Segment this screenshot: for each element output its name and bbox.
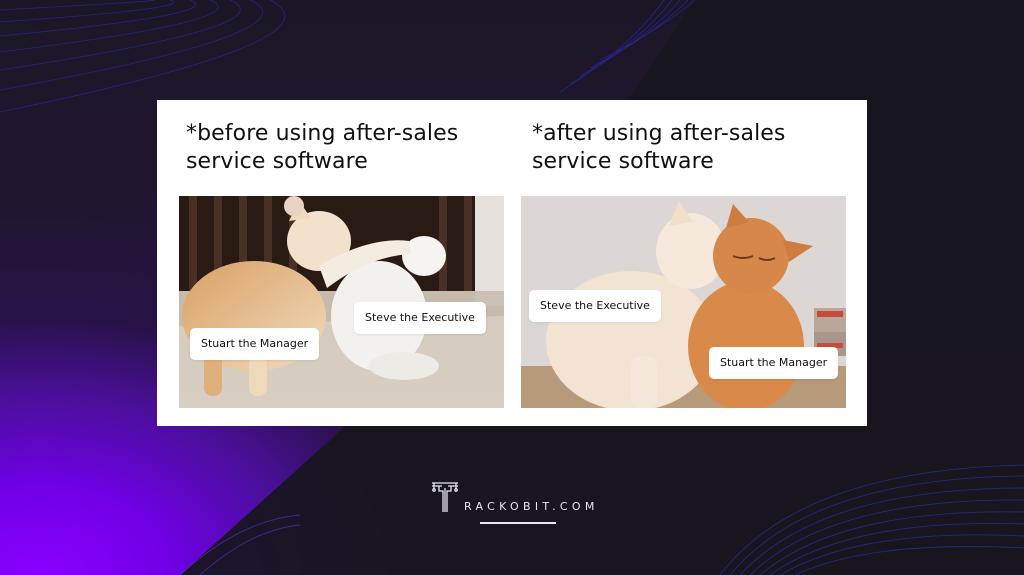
label-steve-the-executive: Steve the Executive: [529, 290, 661, 322]
brand-underline: [480, 522, 556, 524]
label-stuart-the-manager: Stuart the Manager: [709, 347, 839, 379]
after-caption: *after using after-sales service softwar…: [532, 120, 786, 176]
wave-top-left: [0, 0, 286, 113]
before-photo-fighting-cats: Stuart the Manager Steve the Executive: [179, 196, 504, 408]
after-caption-line2: service software: [532, 149, 714, 174]
before-caption-line1: *before using after-sales: [186, 121, 459, 146]
meme-card: *before using after-sales service softwa…: [157, 100, 867, 426]
label-stuart-the-manager: Stuart the Manager: [190, 328, 320, 360]
before-caption: *before using after-sales service softwa…: [186, 120, 458, 176]
label-steve-the-executive: Steve the Executive: [354, 302, 486, 334]
before-caption-line2: service software: [186, 149, 368, 174]
wave-top-center: [559, 0, 696, 93]
door-frame: [475, 196, 504, 306]
after-photo-cuddling-cats: Steve the Executive Stuart the Manager: [521, 196, 846, 408]
brand-name: RACKOBIT.COM: [464, 500, 599, 513]
wave-bottom-left: [179, 514, 301, 575]
trackobit-logo[interactable]: RACKOBIT.COM: [430, 480, 600, 524]
trackobit-circuit-t-icon: [432, 482, 458, 512]
after-caption-line1: *after using after-sales: [532, 121, 786, 146]
wave-bottom-right: [719, 464, 1024, 575]
